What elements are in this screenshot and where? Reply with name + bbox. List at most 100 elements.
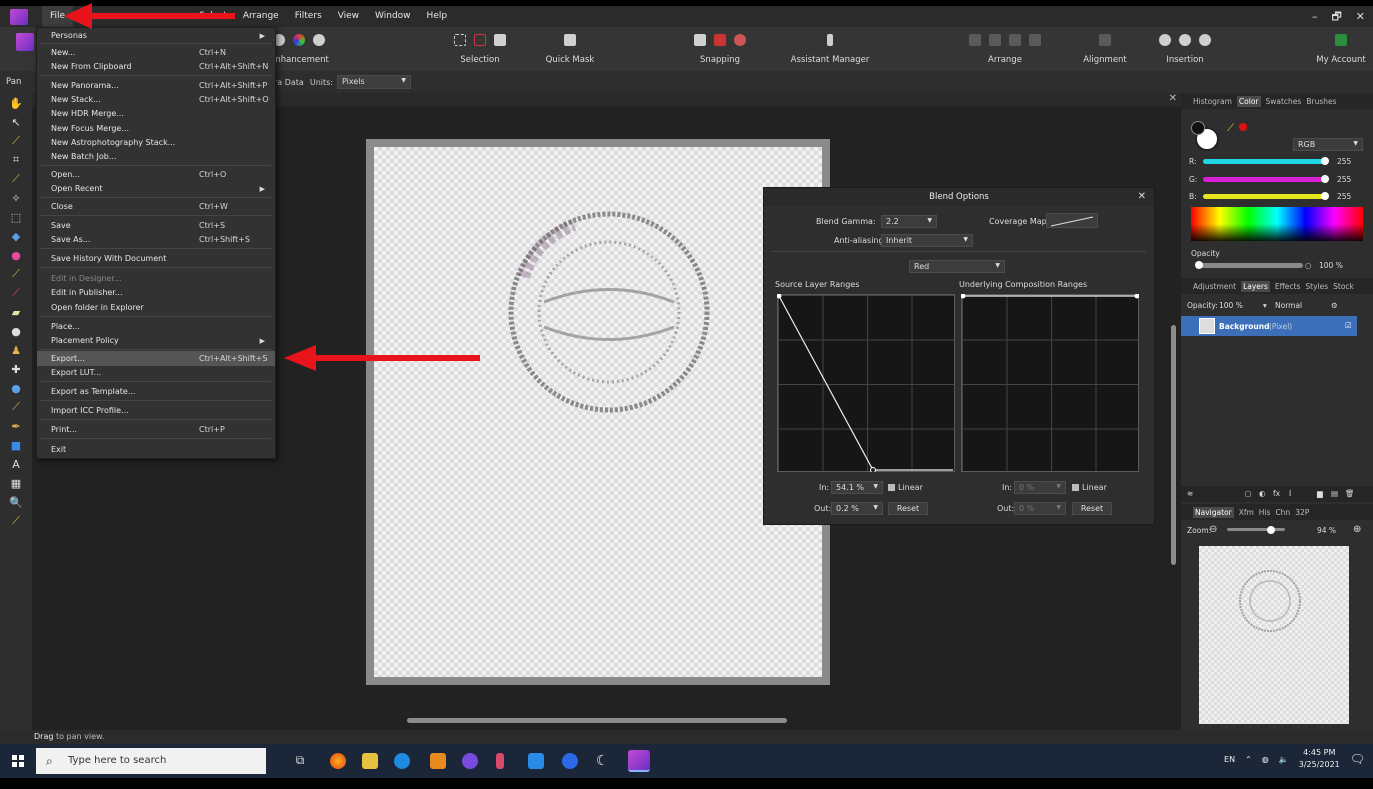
firefox-icon[interactable]	[330, 753, 346, 769]
tab-stock[interactable]: Stock	[1333, 282, 1354, 291]
document-image[interactable]	[366, 139, 830, 685]
menu-item-save-as[interactable]: Save As... Ctrl+Shift+S	[37, 232, 275, 247]
tab-brushes[interactable]: Brushes	[1306, 97, 1336, 106]
units-select[interactable]: Pixels ▼	[337, 75, 411, 89]
menu-item-exit[interactable]: Exit	[37, 442, 275, 457]
file-explorer-icon[interactable]	[362, 753, 378, 769]
paint-brush-icon[interactable]: ⟋	[9, 267, 23, 281]
source-out-input[interactable]: 0.2 % ▼	[831, 502, 883, 515]
menu-item-placement-policy[interactable]: Placement Policy ▶	[37, 333, 275, 348]
minimize-button[interactable]: –	[1312, 6, 1318, 27]
eyedropper-tool-icon[interactable]: ⟋	[9, 514, 23, 528]
pixel-layer-icon[interactable]: I	[1289, 489, 1291, 498]
tab-swatches[interactable]: Swatches	[1266, 97, 1302, 106]
blur-tool-icon[interactable]: ●	[9, 381, 23, 395]
zoom-in-icon[interactable]: ⊕	[1353, 524, 1361, 535]
tab-his[interactable]: His	[1259, 508, 1271, 517]
under-out-input[interactable]: 0 % ▼	[1014, 502, 1066, 515]
shape-tool-icon[interactable]: ■	[9, 438, 23, 452]
clock[interactable]: 4:45 PM 3/25/2021	[1299, 747, 1340, 771]
menu-item-export[interactable]: Export... Ctrl+Alt+Shift+S	[37, 351, 275, 366]
brush-tool-icon[interactable]: ⟋	[9, 172, 23, 186]
source-reset-button[interactable]: Reset	[888, 502, 928, 515]
r-value[interactable]: 255	[1337, 157, 1351, 166]
persona-photo-button[interactable]	[16, 33, 34, 51]
close-icon[interactable]: ✕	[1138, 191, 1146, 202]
under-linear-checkbox[interactable]: Linear	[1072, 483, 1107, 492]
menu-item-new-astrophotography-stack[interactable]: New Astrophotography Stack...	[37, 135, 275, 150]
toolbar-snapping[interactable]: Snapping	[675, 31, 765, 65]
tab-effects[interactable]: Effects	[1275, 282, 1301, 291]
menu-arrange[interactable]: Arrange	[235, 6, 287, 27]
tab-xfm[interactable]: Xfm	[1239, 508, 1254, 517]
menu-item-open-folder[interactable]: Open folder in Explorer	[37, 300, 275, 315]
source-in-input[interactable]: 54.1 % ▼	[831, 481, 883, 494]
hand-tool-icon[interactable]: ✋	[9, 96, 23, 110]
menu-item-new-from-clipboard[interactable]: New From Clipboard Ctrl+Alt+Shift+N	[37, 59, 275, 74]
blend-gamma-select[interactable]: 2.2 ▼	[881, 215, 937, 228]
color-spectrum[interactable]	[1191, 207, 1363, 241]
task-view-icon[interactable]: ⧉	[292, 753, 308, 769]
mail-icon[interactable]	[528, 753, 544, 769]
menu-item-open[interactable]: Open... Ctrl+O	[37, 167, 275, 182]
group-icon[interactable]: ▆	[1317, 489, 1323, 498]
toolbar-insertion[interactable]: Insertion	[1155, 31, 1215, 65]
restore-button[interactable]: 🗗	[1331, 6, 1341, 27]
menu-item-save[interactable]: Save Ctrl+S	[37, 218, 275, 233]
new-layer-icon[interactable]: ▤	[1331, 489, 1338, 498]
fx-icon[interactable]: fx	[1273, 489, 1280, 498]
tab-color[interactable]: Color	[1236, 95, 1261, 107]
eraser-tool-icon[interactable]: ▰	[9, 305, 23, 319]
zoom-app-icon[interactable]	[562, 753, 578, 769]
crop-tool-icon[interactable]: ⌗	[9, 153, 23, 167]
menu-item-new-stack[interactable]: New Stack... Ctrl+Alt+Shift+O	[37, 92, 275, 107]
moon-app-icon[interactable]: ☾	[596, 753, 612, 769]
text-tool-icon[interactable]: A	[9, 457, 23, 471]
tab-chn[interactable]: Chn	[1275, 508, 1290, 517]
healing-tool-icon[interactable]: ✚	[9, 362, 23, 376]
tab-histogram[interactable]: Histogram	[1193, 97, 1232, 106]
menu-item-export-as-template[interactable]: Export as Template...	[37, 384, 275, 399]
settings-gear-icon[interactable]: ⚙	[1331, 301, 1338, 310]
tab-32p[interactable]: 32P	[1295, 508, 1309, 517]
toolbar-quick-mask[interactable]: Quick Mask	[540, 31, 600, 65]
toolbar-alignment[interactable]: Alignment	[1075, 31, 1135, 65]
app-orange-icon[interactable]	[430, 753, 446, 769]
menu-view[interactable]: View	[330, 6, 367, 27]
menu-item-close[interactable]: Close Ctrl+W	[37, 199, 275, 214]
mesh-tool-icon[interactable]: ▦	[9, 476, 23, 490]
tab-styles[interactable]: Styles	[1305, 282, 1328, 291]
color-model-select[interactable]: RGB ▼	[1293, 138, 1363, 151]
toolbar-enhancement[interactable]: Enhancement	[270, 31, 329, 65]
notifications-icon[interactable]: 🗨	[1350, 752, 1365, 766]
toolbar-assistant-manager[interactable]: Assistant Manager	[790, 31, 870, 65]
menu-window[interactable]: Window	[367, 6, 419, 27]
smudge-tool-icon[interactable]: ⟋	[9, 400, 23, 414]
obs-icon[interactable]	[462, 753, 478, 769]
menu-help[interactable]: Help	[419, 6, 456, 27]
slider-knob[interactable]	[1267, 526, 1275, 534]
zoom-value[interactable]: 94 %	[1317, 526, 1336, 535]
menu-item-print[interactable]: Print... Ctrl+P	[37, 422, 275, 437]
slider-knob[interactable]	[1321, 157, 1329, 165]
layer-opacity-value[interactable]: 100 %	[1219, 301, 1243, 310]
language-indicator[interactable]: EN	[1224, 755, 1235, 764]
g-value[interactable]: 255	[1337, 175, 1351, 184]
dodge-tool-icon[interactable]: ●	[9, 324, 23, 338]
vertical-scrollbar[interactable]	[1171, 325, 1176, 565]
close-document-icon[interactable]: ✕	[1169, 93, 1177, 104]
coverage-map-select[interactable]	[1046, 213, 1098, 228]
edge-icon[interactable]	[394, 753, 410, 769]
network-icon[interactable]: ◍	[1262, 755, 1269, 764]
menu-item-personas[interactable]: Personas ▶	[37, 28, 275, 43]
close-button[interactable]: ✕	[1356, 6, 1365, 27]
source-linear-checkbox[interactable]: Linear	[888, 483, 923, 492]
tab-navigator[interactable]: Navigator	[1193, 506, 1234, 518]
menu-item-place[interactable]: Place...	[37, 319, 275, 334]
horizontal-scrollbar[interactable]	[407, 718, 787, 723]
zoom-out-icon[interactable]: ⊖	[1209, 524, 1217, 535]
opacity-slider[interactable]	[1195, 261, 1303, 269]
menu-item-save-history[interactable]: Save History With Document	[37, 251, 275, 266]
affinity-photo-taskbar-icon[interactable]	[628, 750, 650, 772]
r-slider[interactable]	[1203, 157, 1329, 165]
